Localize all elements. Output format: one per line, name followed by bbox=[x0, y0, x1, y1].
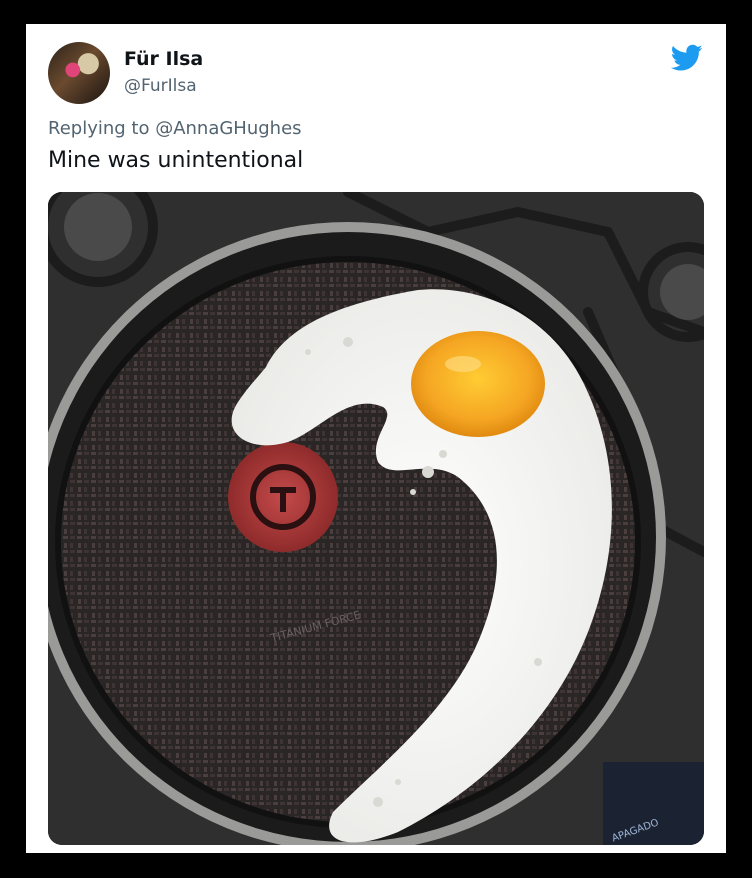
tweet-card: Für Ilsa @FurIlsa Replying to @AnnaGHugh… bbox=[26, 24, 726, 853]
replying-to[interactable]: Replying to @AnnaGHughes bbox=[48, 118, 302, 139]
tweet-photo[interactable]: TITANIUM FORCE APAGADO bbox=[48, 192, 704, 845]
twitter-bird-icon[interactable] bbox=[671, 44, 703, 72]
tweet-text: Mine was unintentional bbox=[48, 148, 304, 173]
user-handle[interactable]: @FurIlsa bbox=[124, 76, 197, 96]
photo-fried-egg-pan: TITANIUM FORCE APAGADO bbox=[48, 192, 704, 845]
avatar[interactable] bbox=[48, 42, 110, 104]
display-name[interactable]: Für Ilsa bbox=[124, 48, 203, 70]
